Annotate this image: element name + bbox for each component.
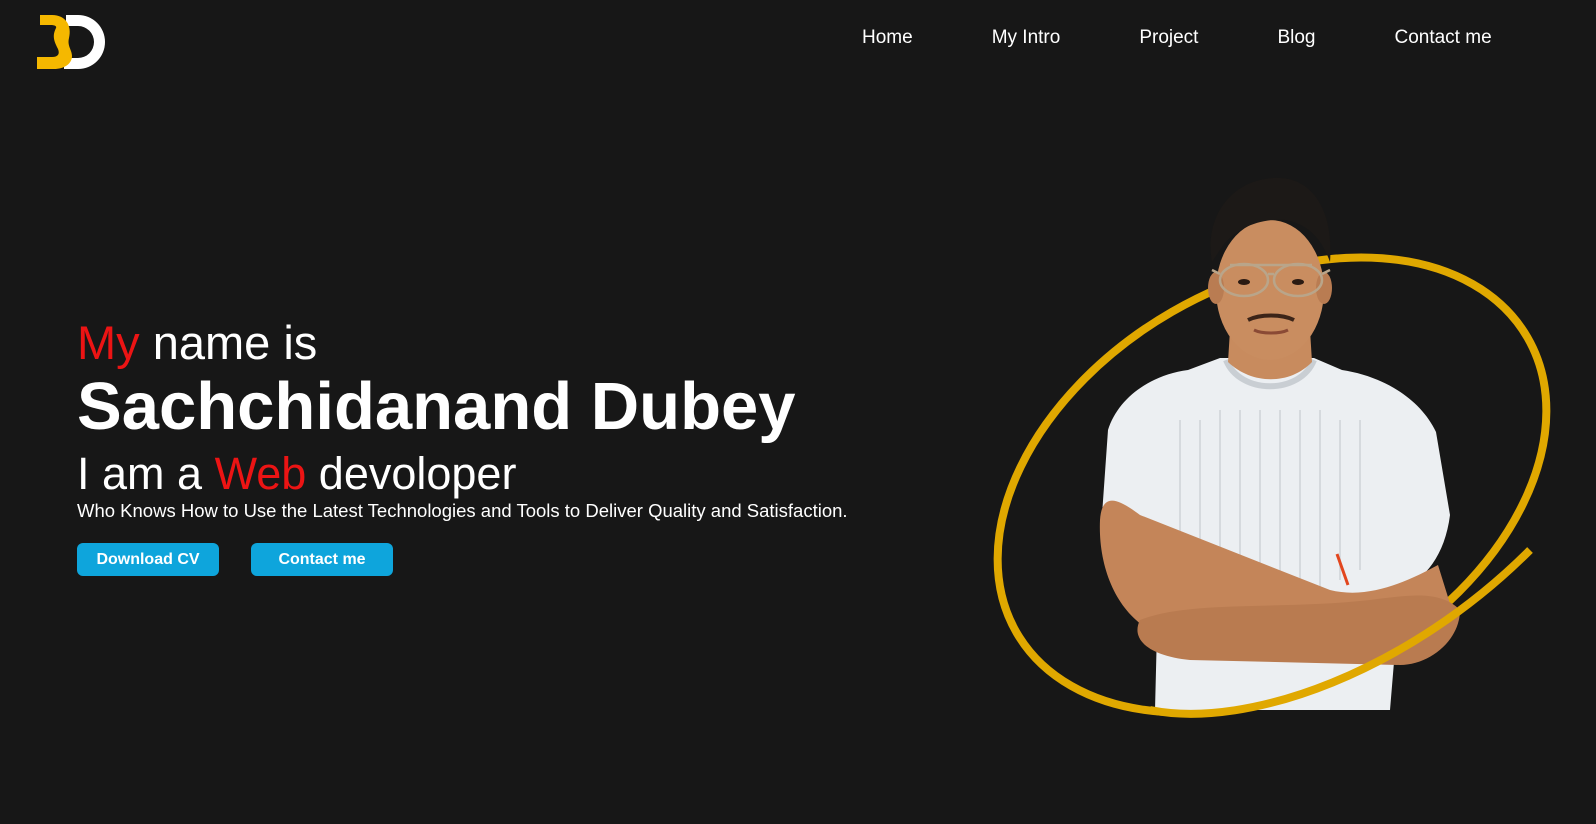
hero-name: Sachchidanand Dubey [77,369,796,444]
intro-rest: name is [152,316,318,369]
hero-section: My name is Sachchidanand Dubey I am a We… [77,318,937,576]
nav-my-intro-link[interactable]: My Intro [992,27,1061,49]
intro-highlight: My [77,316,140,369]
nav-home-link[interactable]: Home [862,27,913,49]
nav-project-link[interactable]: Project [1139,27,1198,49]
portrait-area [990,170,1580,730]
nav-contact-link[interactable]: Contact me [1394,27,1491,49]
role-line: I am a Web devoloper [77,450,937,498]
role-prefix: I am a [77,448,203,499]
contact-me-button[interactable]: Contact me [251,543,393,576]
main-nav: Home My Intro Project Blog Contact me [862,24,1492,52]
hero-buttons: Download CV Contact me [77,543,937,576]
logo[interactable] [36,12,108,72]
role-suffix: devoloper [318,448,517,499]
hero-tagline: Who Knows How to Use the Latest Technolo… [77,500,848,521]
download-cv-button[interactable]: Download CV [77,543,219,576]
intro-line: My name is [77,318,937,368]
nav-blog-link[interactable]: Blog [1277,27,1315,49]
logo-icon [37,15,105,69]
role-highlight: Web [214,448,307,499]
